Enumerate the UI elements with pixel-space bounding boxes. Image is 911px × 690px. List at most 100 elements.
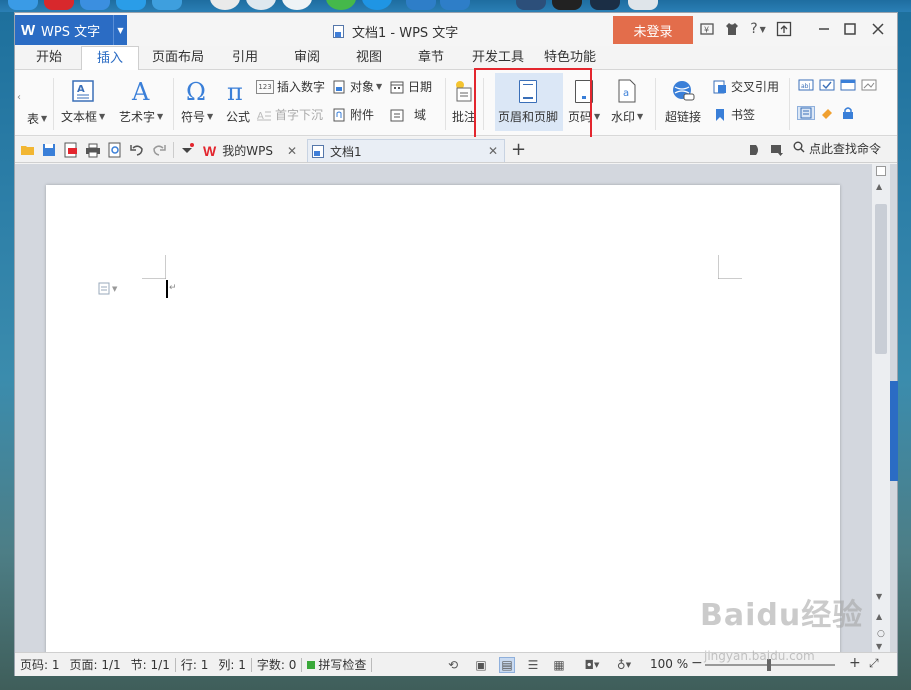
zoom-level[interactable]: 100 %	[645, 657, 693, 671]
share-dropdown-icon[interactable]	[769, 142, 785, 158]
taskbar-app-icon[interactable]	[516, 0, 546, 10]
scroll-top-button[interactable]	[876, 166, 886, 176]
customize-dropdown-icon[interactable]	[179, 142, 195, 158]
taskbar-app-icon[interactable]	[628, 0, 658, 10]
tab-references[interactable]: 引用	[221, 46, 269, 70]
eraser-icon[interactable]	[818, 106, 836, 120]
insert-number-button[interactable]: 123 插入数字	[256, 78, 325, 95]
object-button[interactable]: 对象 ▼	[331, 78, 382, 95]
zoom-out-button[interactable]: −	[691, 655, 703, 671]
next-page-button[interactable]: ▼	[876, 642, 882, 651]
fit-window-icon[interactable]: ⤢	[869, 656, 879, 671]
export-pdf-icon[interactable]	[63, 142, 79, 158]
help-icon[interactable]: ? ▼	[745, 20, 771, 38]
bookmark-button[interactable]: 书签	[712, 106, 755, 123]
prev-page-button[interactable]: ▲	[876, 612, 882, 621]
task-pane-toggle[interactable]	[890, 381, 898, 481]
tab-my-wps[interactable]: W 我的WPS ✕	[203, 139, 303, 162]
crossref-button[interactable]: 交叉引用	[712, 78, 779, 95]
attachment-button[interactable]: 附件	[331, 106, 374, 123]
skin-icon[interactable]: ¥	[698, 20, 716, 38]
tab-review[interactable]: 审阅	[283, 46, 331, 70]
design-mode-icon[interactable]	[797, 106, 815, 120]
page-view-icon[interactable]: ▤	[499, 657, 515, 673]
close-icon[interactable]: ✕	[287, 144, 297, 158]
taskbar-app-icon[interactable]	[362, 0, 392, 10]
doc-assistant-icon[interactable]	[747, 142, 763, 158]
textbox-button[interactable]: A 文本框 ▼	[61, 77, 105, 125]
date-button[interactable]: 日期	[389, 78, 432, 95]
status-page-code[interactable]: 页码: 1	[15, 656, 65, 673]
tab-document1[interactable]: 文档1 ✕	[307, 139, 505, 162]
chevron-down-icon[interactable]: ▼	[113, 15, 127, 45]
fullscreen-view-icon[interactable]: ▣	[473, 657, 489, 673]
taskbar-app-icon[interactable]	[440, 0, 470, 10]
browse-object-button[interactable]: ○	[877, 629, 885, 639]
taskbar-app-icon[interactable]	[282, 0, 312, 10]
taskbar-app-icon[interactable]	[80, 0, 110, 10]
taskbar-app-icon[interactable]	[552, 0, 582, 10]
outline-view-icon[interactable]: ☰	[525, 657, 541, 673]
symbol-button[interactable]: Ω 符号 ▼	[181, 77, 213, 125]
hyperlink-button[interactable]: 超链接	[665, 77, 701, 125]
new-tab-button[interactable]: +	[511, 139, 526, 160]
taskbar-app-icon[interactable]	[590, 0, 620, 10]
taskbar-app-icon[interactable]	[152, 0, 182, 10]
web-view-icon[interactable]: ▦	[551, 657, 567, 673]
close-icon[interactable]: ✕	[488, 144, 498, 158]
scroll-up-arrow[interactable]: ▲	[876, 182, 882, 191]
login-button[interactable]: 未登录	[613, 16, 693, 44]
print-preview-icon[interactable]	[107, 142, 123, 158]
formula-button[interactable]: π 公式	[225, 77, 251, 125]
combobox-control-icon[interactable]	[839, 78, 857, 92]
history-icon[interactable]: ⟲	[445, 657, 461, 673]
redo-icon[interactable]	[151, 142, 167, 158]
image-control-icon[interactable]	[860, 78, 878, 92]
vertical-scrollbar[interactable]: ▲ ▼ ▲ ○ ▼	[872, 164, 890, 652]
taskbar-app-icon[interactable]	[44, 0, 74, 10]
tab-special-features[interactable]: 特色功能	[539, 46, 601, 70]
paragraph-options-icon[interactable]: ▼	[98, 282, 117, 295]
taskbar-app-icon[interactable]	[246, 0, 276, 10]
tab-developer[interactable]: 开发工具	[467, 46, 529, 70]
lock-icon[interactable]	[839, 106, 857, 120]
status-section[interactable]: 节: 1/1	[126, 656, 175, 673]
close-button[interactable]	[865, 17, 891, 41]
taskbar-app-icon[interactable]	[326, 0, 356, 10]
app-menu-button[interactable]: W WPS 文字 ▼	[15, 15, 127, 45]
taskbar-app-icon[interactable]	[8, 0, 38, 10]
wordart-button[interactable]: A 艺术字 ▼	[119, 77, 163, 125]
undo-icon[interactable]	[129, 142, 145, 158]
pin-ribbon-icon[interactable]	[771, 17, 797, 41]
table-button-partial[interactable]: 表 ▼	[27, 110, 47, 127]
tab-view[interactable]: 视图	[345, 46, 393, 70]
print-icon[interactable]	[85, 142, 101, 158]
status-word-count[interactable]: 字数: 0	[252, 656, 302, 673]
read-mode-icon[interactable]: ◘ ▼	[579, 657, 605, 673]
status-page[interactable]: 页面: 1/1	[65, 656, 126, 673]
field-button[interactable]: 域	[389, 106, 426, 123]
textfield-control-icon[interactable]: ab|	[797, 78, 815, 92]
zoom-in-button[interactable]: +	[849, 655, 861, 671]
command-search[interactable]: 点此查找命令	[793, 140, 881, 157]
tab-insert[interactable]: 插入	[81, 46, 139, 71]
open-folder-icon[interactable]	[20, 142, 36, 158]
minimize-button[interactable]	[811, 17, 837, 41]
spellcheck-toggle[interactable]: 拼写检查	[302, 656, 371, 673]
taskbar-app-icon[interactable]	[116, 0, 146, 10]
scroll-down-arrow[interactable]: ▼	[876, 592, 882, 601]
taskbar-app-icon[interactable]	[406, 0, 436, 10]
save-icon[interactable]	[41, 142, 57, 158]
ribbon-scroll-left[interactable]: ‹	[17, 92, 21, 103]
shirt-icon[interactable]	[723, 20, 741, 38]
watermark-button[interactable]: a 水印 ▼	[611, 77, 643, 125]
tab-chapter[interactable]: 章节	[407, 46, 455, 70]
maximize-button[interactable]	[837, 17, 863, 41]
scrollbar-thumb[interactable]	[875, 204, 887, 354]
taskbar-app-icon[interactable]	[210, 0, 240, 10]
checkbox-control-icon[interactable]	[818, 78, 836, 92]
protect-eye-icon[interactable]: ♁ ▼	[611, 657, 637, 673]
tab-home[interactable]: 开始	[25, 46, 73, 70]
document-page[interactable]: ↵ ▼	[46, 185, 840, 652]
tab-page-layout[interactable]: 页面布局	[143, 46, 213, 70]
